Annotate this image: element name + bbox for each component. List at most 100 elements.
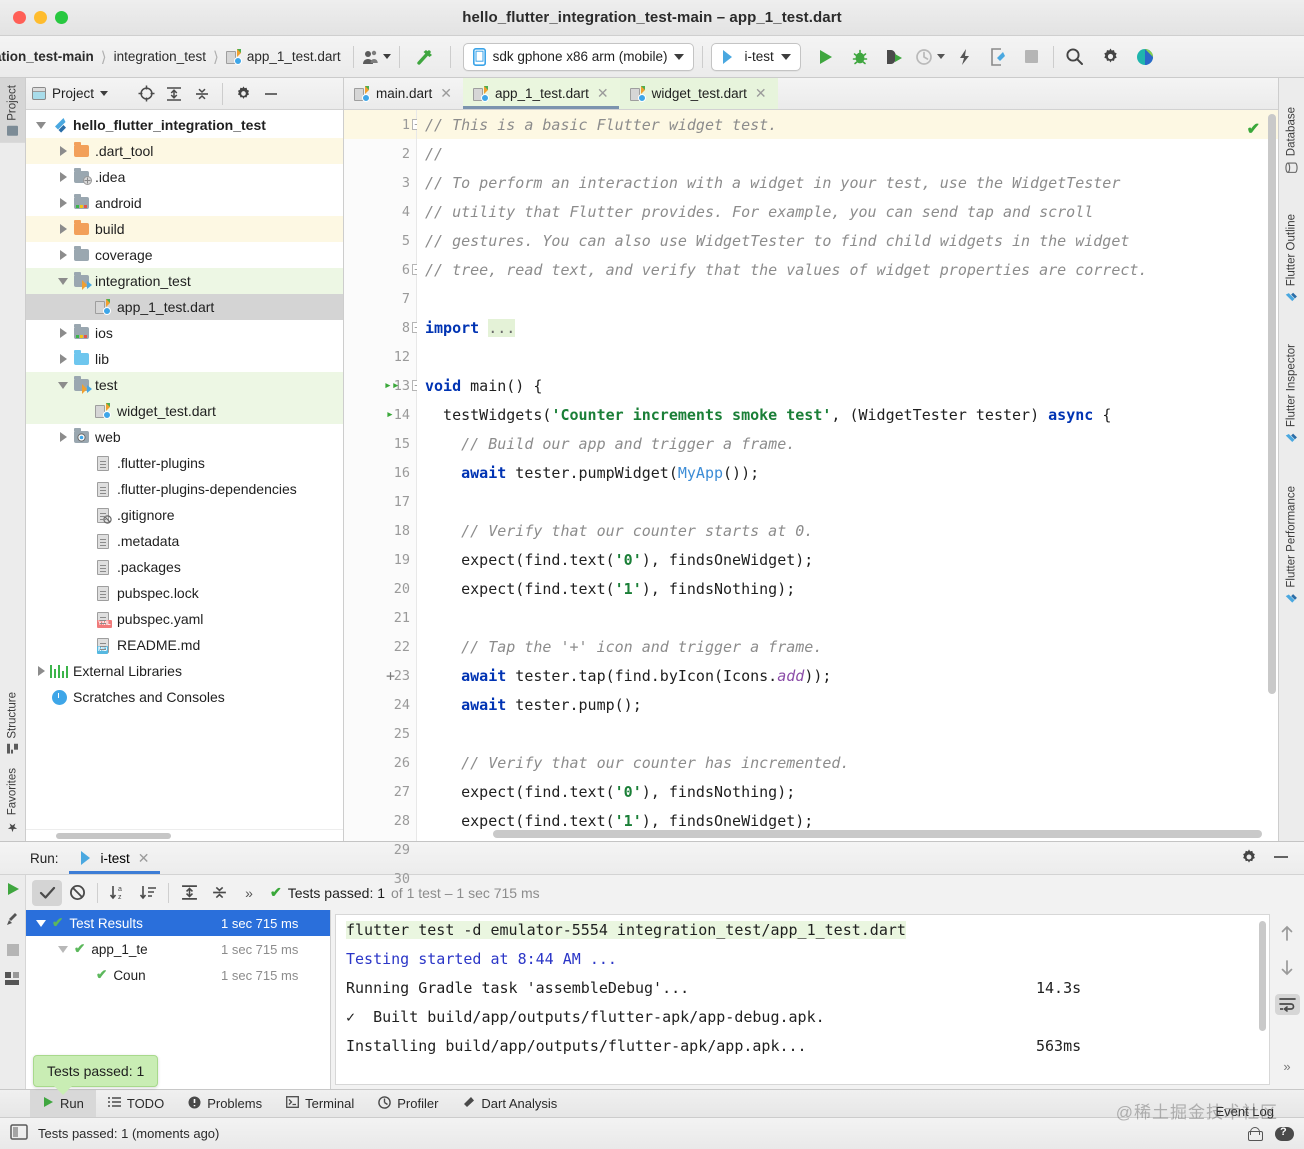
code-line[interactable]: void main() { bbox=[417, 371, 1278, 400]
toggle-tasks-icon[interactable] bbox=[5, 912, 21, 931]
locate-target-icon[interactable] bbox=[132, 82, 160, 106]
code-line[interactable]: // Build our app and trigger a frame. bbox=[417, 429, 1278, 458]
code-line[interactable]: // utility that Flutter provides. For ex… bbox=[417, 197, 1278, 226]
debug-button[interactable] bbox=[847, 44, 873, 70]
tree-item[interactable]: lib bbox=[26, 346, 343, 372]
sidebar-item-project[interactable]: Project bbox=[0, 78, 25, 143]
right-rail-item-flutter-performance[interactable]: Flutter Performance bbox=[1279, 479, 1304, 613]
breadcrumb-file[interactable]: app_1_test.dart bbox=[222, 48, 345, 65]
editor-vertical-scrollbar[interactable] bbox=[1268, 114, 1276, 694]
ide-logo-icon[interactable] bbox=[1132, 44, 1158, 70]
run-button[interactable] bbox=[813, 44, 839, 70]
code-editor[interactable]: −12345−67+812▸▸−13▸141516171819202122+23… bbox=[344, 110, 1278, 887]
code-line[interactable]: testWidgets('Counter increments smoke te… bbox=[417, 400, 1278, 429]
code-line[interactable]: // Tap the '+' icon and trigger a frame. bbox=[417, 632, 1278, 661]
stop-button[interactable] bbox=[1019, 44, 1045, 70]
collapse-arrow-icon[interactable] bbox=[54, 381, 72, 389]
code-line[interactable]: // Verify that our counter has increment… bbox=[417, 748, 1278, 777]
code-line[interactable] bbox=[417, 284, 1278, 313]
expand-all-icon[interactable] bbox=[160, 82, 188, 106]
code-line[interactable]: expect(find.text('0'), findsNothing); bbox=[417, 777, 1278, 806]
expand-arrow-icon[interactable] bbox=[54, 432, 72, 442]
run-test-gutter-icon[interactable]: ▸ bbox=[386, 407, 394, 422]
layout-icon[interactable] bbox=[5, 972, 20, 989]
run-configuration-selector[interactable]: i-test bbox=[711, 42, 801, 71]
right-rail-item-database[interactable]: Database bbox=[1279, 100, 1304, 181]
tree-item[interactable]: pubspec.lock bbox=[26, 580, 343, 606]
settings-gear-icon[interactable] bbox=[229, 82, 257, 106]
expand-arrow-icon[interactable] bbox=[54, 224, 72, 234]
hide-panel-icon[interactable] bbox=[1272, 848, 1290, 869]
hide-ignored-icon[interactable] bbox=[62, 880, 92, 906]
expand-arrow-icon[interactable] bbox=[54, 198, 72, 208]
editor-horizontal-scrollbar[interactable] bbox=[493, 830, 1262, 838]
tree-item[interactable]: MD README.md bbox=[26, 632, 343, 658]
code-line[interactable]: // This is a basic Flutter widget test. bbox=[417, 110, 1278, 139]
more-icon[interactable]: » bbox=[1283, 1059, 1290, 1074]
rerun-icon[interactable] bbox=[5, 881, 21, 900]
code-line[interactable]: // bbox=[417, 139, 1278, 168]
tree-item[interactable]: Scratches and Consoles bbox=[26, 684, 343, 710]
tree-item[interactable]: .gitignore bbox=[26, 502, 343, 528]
scroll-up-icon[interactable] bbox=[1279, 924, 1295, 945]
soft-wrap-icon[interactable] bbox=[1274, 994, 1300, 1015]
device-selector[interactable]: sdk gphone x86 arm (mobile) bbox=[462, 42, 695, 71]
code-line[interactable]: expect(find.text('1'), findsNothing); bbox=[417, 574, 1278, 603]
run-all-gutter-icon[interactable]: ▸▸ bbox=[384, 378, 400, 393]
stop-icon[interactable] bbox=[6, 943, 20, 960]
collapse-arrow-icon[interactable] bbox=[32, 919, 50, 927]
user-avatar-icon[interactable] bbox=[362, 44, 391, 70]
code-line[interactable]: // To perform an interaction with a widg… bbox=[417, 168, 1278, 197]
scroll-down-icon[interactable] bbox=[1279, 959, 1295, 980]
test-result-row[interactable]: ✔ Test Results 1 sec 715 ms bbox=[26, 910, 330, 936]
collapse-arrow-icon[interactable] bbox=[54, 945, 72, 953]
tree-item[interactable]: External Libraries bbox=[26, 658, 343, 684]
expand-arrow-icon[interactable] bbox=[54, 250, 72, 260]
tree-item[interactable]: ios bbox=[26, 320, 343, 346]
close-icon[interactable]: ✕ bbox=[138, 850, 150, 867]
tree-item[interactable]: .idea bbox=[26, 164, 343, 190]
tree-item[interactable]: android bbox=[26, 190, 343, 216]
project-horizontal-scrollbar[interactable] bbox=[26, 829, 343, 841]
tree-item[interactable]: widget_test.dart bbox=[26, 398, 343, 424]
attach-debugger-button[interactable] bbox=[951, 44, 977, 70]
code-line[interactable] bbox=[417, 603, 1278, 632]
close-icon[interactable]: ✕ bbox=[440, 85, 452, 102]
hide-panel-icon[interactable] bbox=[257, 82, 285, 106]
editor-tab[interactable]: main.dart ✕ bbox=[344, 78, 463, 109]
tree-item[interactable]: build bbox=[26, 216, 343, 242]
collapse-all-icon[interactable] bbox=[204, 880, 234, 906]
collapse-arrow-icon[interactable] bbox=[32, 121, 50, 129]
hammer-build-icon[interactable] bbox=[412, 44, 438, 70]
breadcrumb-project[interactable]: ation_test-main bbox=[0, 49, 98, 64]
more-icon[interactable]: » bbox=[234, 880, 264, 906]
code-line[interactable]: expect(find.text('0'), findsOneWidget); bbox=[417, 545, 1278, 574]
sidebar-item-favorites[interactable]: ★ Favorites bbox=[0, 761, 25, 841]
collapse-all-icon[interactable] bbox=[188, 82, 216, 106]
editor-tab[interactable]: widget_test.dart ✕ bbox=[619, 78, 778, 109]
tree-item[interactable]: .dart_tool bbox=[26, 138, 343, 164]
editor-gutter[interactable]: −12345−67+812▸▸−13▸141516171819202122+23… bbox=[344, 110, 423, 887]
flutter-device-button[interactable] bbox=[985, 44, 1011, 70]
breadcrumb-folder[interactable]: integration_test bbox=[110, 49, 210, 64]
editor-code-area[interactable]: ✔ // This is a basic Flutter widget test… bbox=[417, 110, 1278, 841]
code-line[interactable]: // gestures. You can also use WidgetTest… bbox=[417, 226, 1278, 255]
tree-item[interactable]: .flutter-plugins bbox=[26, 450, 343, 476]
test-result-row[interactable]: ✔ app_1_te 1 sec 715 ms bbox=[26, 936, 330, 962]
tree-item[interactable]: .metadata bbox=[26, 528, 343, 554]
close-icon[interactable]: ✕ bbox=[597, 85, 609, 102]
tree-item[interactable]: coverage bbox=[26, 242, 343, 268]
search-everywhere-icon[interactable] bbox=[1062, 44, 1088, 70]
settings-gear-icon[interactable] bbox=[1098, 44, 1124, 70]
tree-item[interactable]: hello_flutter_integration_test bbox=[26, 112, 343, 138]
vcs-added-gutter-icon[interactable]: + bbox=[386, 667, 395, 685]
tree-item[interactable]: integration_test bbox=[26, 268, 343, 294]
code-line[interactable]: // Verify that our counter starts at 0. bbox=[417, 516, 1278, 545]
tool-window-button-terminal[interactable]: Terminal bbox=[274, 1090, 366, 1117]
code-line[interactable] bbox=[417, 487, 1278, 516]
project-tree[interactable]: hello_flutter_integration_test .dart_tool… bbox=[26, 110, 343, 829]
run-console-output[interactable]: flutter test -d emulator-5554 integratio… bbox=[335, 914, 1270, 1085]
lock-icon[interactable] bbox=[1248, 1126, 1263, 1141]
right-rail-item-flutter-inspector[interactable]: Flutter Inspector bbox=[1279, 337, 1304, 452]
editor-tab[interactable]: app_1_test.dart ✕ bbox=[463, 78, 620, 109]
